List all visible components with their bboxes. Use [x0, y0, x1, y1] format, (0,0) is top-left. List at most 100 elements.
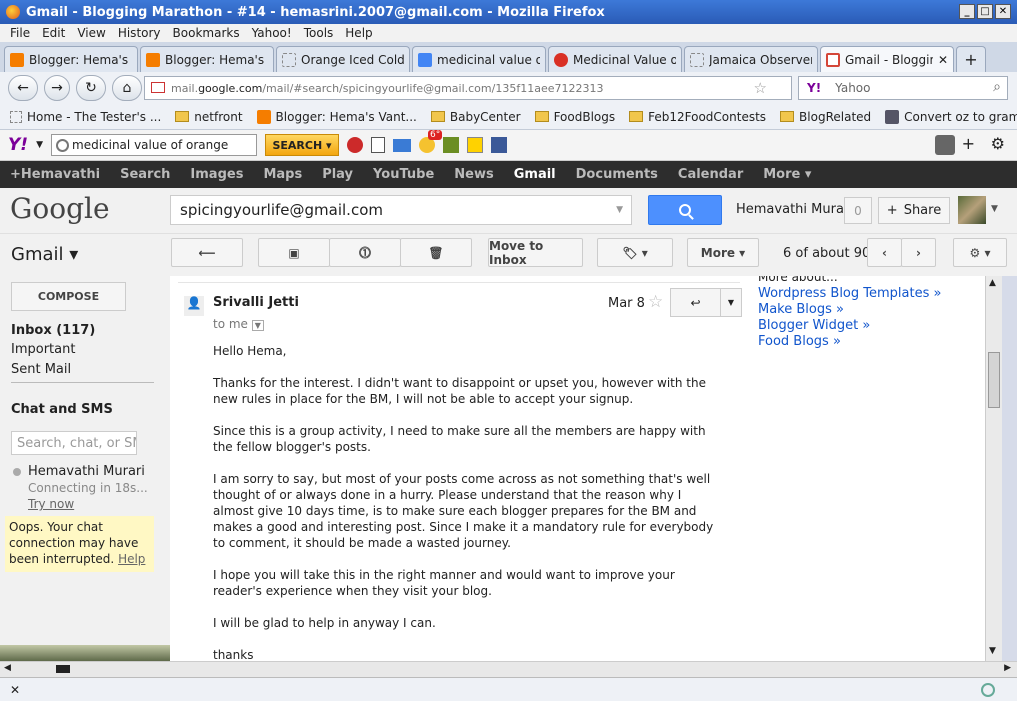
mail-search-button[interactable] [648, 195, 722, 225]
ad-link[interactable]: Food Blogs » [758, 334, 941, 350]
help-link[interactable]: Help [118, 552, 145, 566]
chevron-down-icon[interactable]: ▼ [721, 289, 741, 316]
gbar-item[interactable]: Calendar [668, 167, 753, 182]
ad-link[interactable]: Make Blogs » [758, 302, 941, 318]
chevron-down-icon[interactable]: ▼ [991, 204, 998, 214]
facebook-icon[interactable] [491, 137, 507, 153]
close-window-button[interactable]: ✕ [995, 4, 1011, 19]
mail-icon[interactable] [393, 138, 411, 152]
ad-link[interactable]: Blogger Widget » [758, 318, 941, 334]
scroll-up-icon[interactable]: ▲ [989, 278, 996, 288]
browser-tab[interactable]: Orange Iced Cold Te... [276, 46, 410, 72]
maximize-button[interactable]: □ [977, 4, 993, 19]
compose-button[interactable]: COMPOSE [11, 282, 126, 311]
minimize-button[interactable]: _ [959, 4, 975, 19]
star-icon[interactable]: ☆ [648, 292, 663, 312]
list-icon[interactable] [935, 135, 955, 155]
bookmark-item[interactable]: Blogger: Hema's Vant... [256, 109, 417, 124]
avatar[interactable] [958, 196, 986, 224]
labels-button[interactable]: 🏷 ▾ [597, 238, 673, 267]
menu-tools[interactable]: Tools [304, 26, 334, 40]
gbar-item[interactable]: Search [110, 167, 180, 182]
browser-tab-active[interactable]: Gmail - Blogging ... ✕ [820, 46, 954, 72]
vertical-scrollbar[interactable]: ▲ ▼ [985, 276, 1002, 661]
chat-search-input[interactable]: Search, chat, or SMS [11, 431, 137, 455]
browser-tab[interactable]: Blogger: Hema's Adu... [140, 46, 274, 72]
browser-tab[interactable]: Medicinal Value of Or... [548, 46, 682, 72]
game-icon[interactable] [443, 137, 459, 153]
search-engine-box[interactable]: Y! Yahoo ⌕ [798, 76, 1008, 100]
weather-icon[interactable]: 6° [419, 130, 443, 153]
notification-count[interactable]: 0 [844, 197, 872, 224]
bookmark-item[interactable]: Convert oz to grams -... [885, 109, 1017, 124]
menu-bookmarks[interactable]: Bookmarks [173, 26, 240, 40]
chat-contact[interactable]: Hemavathi Murari [28, 464, 145, 479]
settings-button[interactable]: ⚙ ▾ [953, 238, 1007, 267]
report-spam-button[interactable]: ⓵ [329, 238, 401, 267]
bookmark-item[interactable]: netfront [175, 110, 243, 124]
bookmark-item[interactable]: Home - The Tester's ... [10, 110, 161, 124]
menu-file[interactable]: File [10, 26, 30, 40]
mail-search-input[interactable]: spicingyourlife@gmail.com ▼ [170, 195, 632, 225]
menu-view[interactable]: View [77, 26, 105, 40]
star-icon[interactable]: ☆ [754, 79, 767, 97]
back-button[interactable]: ← [8, 75, 38, 101]
toolbar-app-icon[interactable] [347, 137, 363, 153]
move-to-inbox-button[interactable]: Move to Inbox [488, 238, 583, 267]
menu-history[interactable]: History [118, 26, 161, 40]
horizontal-scrollbar[interactable]: ◀ ▶ [0, 661, 1017, 677]
archive-button[interactable]: ▣ [258, 238, 330, 267]
close-tab-icon[interactable]: ✕ [938, 53, 948, 67]
share-button[interactable]: + Share [878, 197, 950, 224]
menu-yahoo[interactable]: Yahoo! [252, 26, 292, 40]
scroll-right-icon[interactable]: ▶ [1004, 663, 1011, 673]
menu-edit[interactable]: Edit [42, 26, 65, 40]
menu-help[interactable]: Help [345, 26, 372, 40]
gbar-item[interactable]: +Hemavathi [0, 167, 110, 182]
yahoo-search-input[interactable]: medicinal value of orange [51, 134, 257, 156]
browser-tab[interactable]: medicinal value of or... [412, 46, 546, 72]
close-statusbar-icon[interactable]: ✕ [10, 683, 20, 697]
ebay-icon[interactable] [467, 137, 483, 153]
back-to-search-button[interactable]: ⟵ [171, 238, 243, 267]
yahoo-logo[interactable]: Y! [8, 135, 28, 155]
document-icon[interactable] [371, 137, 385, 153]
bookmark-item[interactable]: Feb12FoodContests [629, 110, 766, 124]
bookmark-item[interactable]: BlogRelated [780, 110, 871, 124]
gbar-item[interactable]: Documents [566, 167, 668, 182]
sidebar-item-important[interactable]: Important [11, 342, 75, 357]
gbar-item[interactable]: Maps [253, 167, 312, 182]
reload-button[interactable]: ↻ [76, 75, 106, 101]
scroll-thumb[interactable] [56, 665, 70, 673]
delete-button[interactable]: 🗑 [400, 238, 472, 267]
addon-icon[interactable] [981, 683, 995, 697]
scroll-left-icon[interactable]: ◀ [4, 663, 11, 673]
try-now-link[interactable]: Try now [28, 497, 74, 511]
older-button[interactable]: › [901, 238, 936, 267]
gbar-item[interactable]: News [444, 167, 503, 182]
gmail-menu[interactable]: Gmail ▾ [11, 244, 78, 265]
add-icon[interactable]: + [962, 134, 975, 153]
gear-icon[interactable]: ⚙ [991, 134, 1005, 153]
reply-icon[interactable]: ↩ [671, 289, 721, 316]
gbar-item[interactable]: YouTube [363, 167, 444, 182]
gbar-item[interactable]: Images [180, 167, 253, 182]
details-toggle-icon[interactable]: ▼ [251, 320, 264, 331]
sidebar-item-sent[interactable]: Sent Mail [11, 362, 71, 377]
yahoo-search-button[interactable]: SEARCH ▾ [265, 134, 339, 156]
sidebar-item-inbox[interactable]: Inbox (117) [11, 323, 95, 338]
chevron-down-icon[interactable]: ▼ [36, 140, 43, 150]
ad-link[interactable]: Wordpress Blog Templates » [758, 286, 941, 302]
new-tab-button[interactable]: + [956, 46, 986, 72]
google-logo[interactable]: Google [10, 192, 110, 225]
browser-tab[interactable]: Jamaica Observer ::... [684, 46, 818, 72]
gbar-item[interactable]: Play [312, 167, 363, 182]
address-bar[interactable]: mail. google.com/mail/#search/spicingyour… [144, 76, 792, 100]
bookmark-item[interactable]: FoodBlogs [534, 110, 615, 124]
scroll-down-icon[interactable]: ▼ [989, 646, 996, 656]
newer-button[interactable]: ‹ [867, 238, 902, 267]
bookmark-item[interactable]: BabyCenter [430, 110, 521, 124]
home-button[interactable]: ⌂ [112, 75, 142, 101]
scroll-thumb[interactable] [988, 352, 1000, 408]
sender-name[interactable]: Srivalli Jetti [213, 295, 299, 310]
